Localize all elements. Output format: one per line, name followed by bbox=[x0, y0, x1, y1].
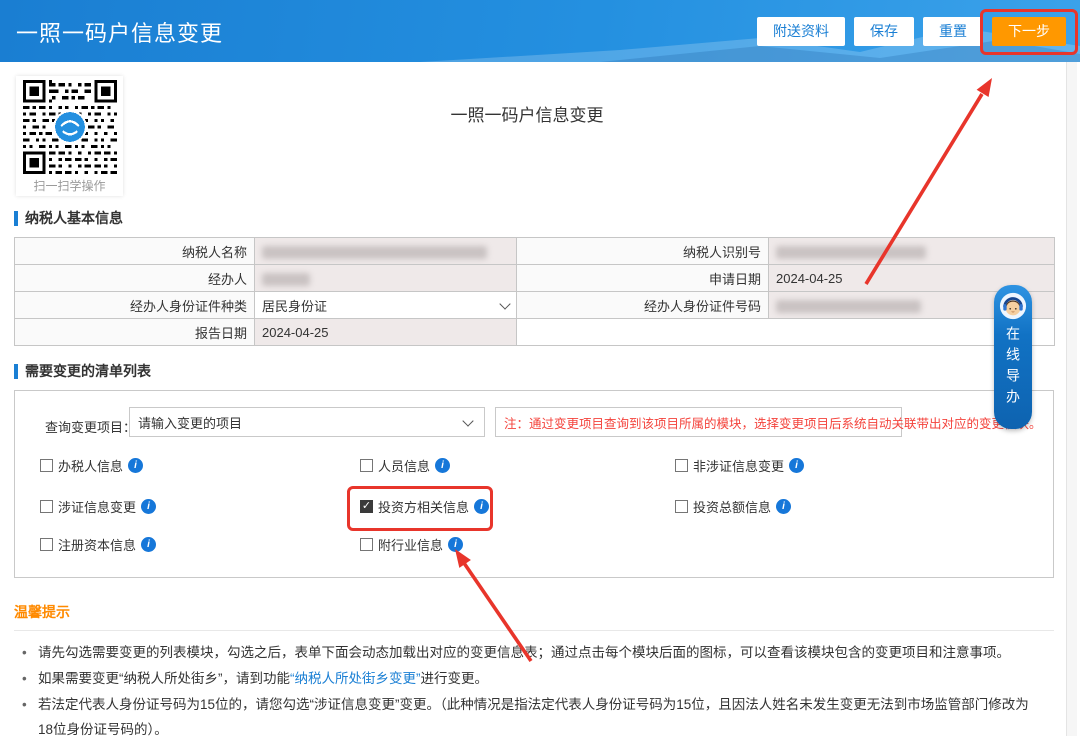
checkbox-label: 附行业信息 bbox=[378, 535, 443, 554]
tip-item: 请先勾选需要变更的列表模块，勾选之后，表单下面会动态加载出对应的变更信息表；通过… bbox=[14, 640, 1034, 665]
checkbox-label: 注册资本信息 bbox=[58, 535, 136, 554]
agent-id-type-label: 经办人身份证件种类 bbox=[15, 292, 255, 319]
checkbox[interactable] bbox=[675, 500, 688, 513]
query-note-box: 注：通过变更项目查询到该项目所属的模块，选择变更项目后系统自动关联带出对应的变更… bbox=[495, 407, 902, 437]
table-row: 经办人 申请日期 2024-04-25 bbox=[15, 265, 1055, 292]
agent-id-no-label: 经办人身份证件号码 bbox=[517, 292, 769, 319]
customer-service-avatar-icon bbox=[999, 292, 1027, 320]
checkbox-label: 人员信息 bbox=[378, 456, 430, 475]
checkbox[interactable] bbox=[675, 459, 688, 472]
redacted-value bbox=[262, 273, 310, 286]
page-header: 一照一码户信息变更 附送资料 保存 重置 下一步 bbox=[0, 0, 1080, 62]
checkbox[interactable] bbox=[40, 538, 53, 551]
tips-title: 温馨提示 bbox=[14, 602, 70, 622]
checkbox[interactable] bbox=[360, 500, 373, 513]
reset-button[interactable]: 重置 bbox=[923, 17, 983, 46]
save-button[interactable]: 保存 bbox=[854, 17, 914, 46]
checkbox[interactable] bbox=[40, 500, 53, 513]
tip-text: 请先勾选需要变更的列表模块，勾选之后，表单下面会动态加载出对应的变更信息表；通过… bbox=[38, 645, 1010, 660]
report-date-value: 2024-04-25 bbox=[255, 319, 517, 346]
checkbox-label: 办税人信息 bbox=[58, 456, 123, 475]
section-marker bbox=[14, 364, 18, 379]
agent-id-type-select[interactable]: 居民身份证 bbox=[255, 292, 517, 319]
section-title: 纳税人基本信息 bbox=[25, 208, 123, 228]
scrollbar-track[interactable] bbox=[1066, 62, 1077, 736]
attach-materials-button[interactable]: 附送资料 bbox=[757, 17, 845, 46]
basic-info-table: 纳税人名称 纳税人识别号 经办人 申请日期 2024-04-25 经办人身份证件… bbox=[14, 237, 1055, 346]
checkbox-item-non-license-info-change[interactable]: 非涉证信息变更 bbox=[675, 455, 804, 475]
checkbox-label: 非涉证信息变更 bbox=[693, 456, 784, 475]
checkbox-item-attached-industry-info[interactable]: 附行业信息 bbox=[360, 534, 463, 554]
info-icon[interactable] bbox=[128, 458, 143, 473]
empty-cell bbox=[517, 319, 1055, 346]
tip-item: 如果需要变更“纳税人所处街乡”，请到功能“纳税人所处街乡变更”进行变更。 bbox=[14, 666, 1034, 691]
checkbox-item-tax-handler-info[interactable]: 办税人信息 bbox=[40, 455, 143, 475]
checkbox-label: 投资方相关信息 bbox=[378, 497, 469, 516]
checkbox-item-registered-capital-info[interactable]: 注册资本信息 bbox=[40, 534, 156, 554]
checkbox-item-personnel-info[interactable]: 人员信息 bbox=[360, 455, 450, 475]
checkbox-item-investor-related-info[interactable]: 投资方相关信息 bbox=[360, 496, 489, 516]
query-item-combobox[interactable]: 请输入变更的项目 bbox=[129, 407, 485, 437]
online-guide-widget[interactable]: 在线导办 bbox=[994, 285, 1032, 429]
agent-label: 经办人 bbox=[15, 265, 255, 292]
checkbox-label: 投资总额信息 bbox=[693, 497, 771, 516]
page: 一照一码户信息变更 附送资料 保存 重置 下一步 bbox=[0, 0, 1080, 736]
tip-text: 进行变更。 bbox=[421, 671, 489, 686]
section-marker bbox=[14, 211, 18, 226]
combobox-placeholder: 请输入变更的项目 bbox=[138, 413, 242, 432]
apply-date-label: 申请日期 bbox=[517, 265, 769, 292]
tips-list: 请先勾选需要变更的列表模块，勾选之后，表单下面会动态加载出对应的变更信息表；通过… bbox=[14, 640, 1034, 736]
divider bbox=[14, 630, 1054, 631]
checkbox-label: 涉证信息变更 bbox=[58, 497, 136, 516]
next-step-button[interactable]: 下一步 bbox=[992, 17, 1066, 46]
section-basic-info-header: 纳税人基本信息 bbox=[14, 208, 123, 228]
qr-code-image bbox=[23, 80, 117, 174]
info-icon[interactable] bbox=[141, 537, 156, 552]
query-item-label: 查询变更项目： bbox=[45, 417, 136, 436]
tip-text: 如果需要变更“纳税人所处街乡”，请到功能 bbox=[38, 671, 290, 686]
agent-value bbox=[255, 265, 517, 292]
qr-card: 扫一扫学操作 bbox=[16, 76, 123, 196]
form-title: 一照一码户信息变更 bbox=[0, 101, 1054, 126]
info-icon[interactable] bbox=[435, 458, 450, 473]
section-title: 需要变更的清单列表 bbox=[25, 361, 151, 381]
taxpayer-id-value bbox=[769, 238, 1055, 265]
report-date-label: 报告日期 bbox=[15, 319, 255, 346]
taxpayer-name-value bbox=[255, 238, 517, 265]
info-icon[interactable] bbox=[141, 499, 156, 514]
query-note-text: 注：通过变更项目查询到该项目所属的模块，选择变更项目后系统自动关联带出对应的变更… bbox=[504, 413, 1042, 432]
redacted-value bbox=[776, 300, 921, 313]
tip-text: 若法定代表人身份证号码为15位的，请您勾选“涉证信息变更”变更。（此种情况是指法… bbox=[38, 697, 1029, 736]
chevron-down-icon bbox=[462, 415, 473, 426]
redacted-value bbox=[776, 246, 926, 259]
online-guide-label: 在线导办 bbox=[1003, 326, 1023, 410]
street-change-link[interactable]: “纳税人所处街乡变更” bbox=[290, 671, 421, 686]
info-icon[interactable] bbox=[776, 499, 791, 514]
agent-id-type-value: 居民身份证 bbox=[262, 296, 327, 315]
table-row: 报告日期 2024-04-25 bbox=[15, 319, 1055, 346]
table-row: 纳税人名称 纳税人识别号 bbox=[15, 238, 1055, 265]
page-title: 一照一码户信息变更 bbox=[16, 16, 223, 48]
table-row: 经办人身份证件种类 居民身份证 经办人身份证件号码 bbox=[15, 292, 1055, 319]
checkbox[interactable] bbox=[360, 459, 373, 472]
taxpayer-name-label: 纳税人名称 bbox=[15, 238, 255, 265]
checkbox-item-total-investment-info[interactable]: 投资总额信息 bbox=[675, 496, 791, 516]
taxpayer-id-label: 纳税人识别号 bbox=[517, 238, 769, 265]
tip-item: 若法定代表人身份证号码为15位的，请您勾选“涉证信息变更”变更。（此种情况是指法… bbox=[14, 692, 1034, 736]
qr-caption: 扫一扫学操作 bbox=[16, 177, 123, 194]
checkbox[interactable] bbox=[40, 459, 53, 472]
header-buttons: 附送资料 保存 重置 下一步 bbox=[757, 17, 1066, 46]
checkbox-item-license-info-change[interactable]: 涉证信息变更 bbox=[40, 496, 156, 516]
info-icon[interactable] bbox=[448, 537, 463, 552]
redacted-value bbox=[262, 246, 487, 259]
section-change-list-header: 需要变更的清单列表 bbox=[14, 361, 151, 381]
info-icon[interactable] bbox=[474, 499, 489, 514]
checkbox[interactable] bbox=[360, 538, 373, 551]
info-icon[interactable] bbox=[789, 458, 804, 473]
chevron-down-icon bbox=[499, 298, 510, 309]
